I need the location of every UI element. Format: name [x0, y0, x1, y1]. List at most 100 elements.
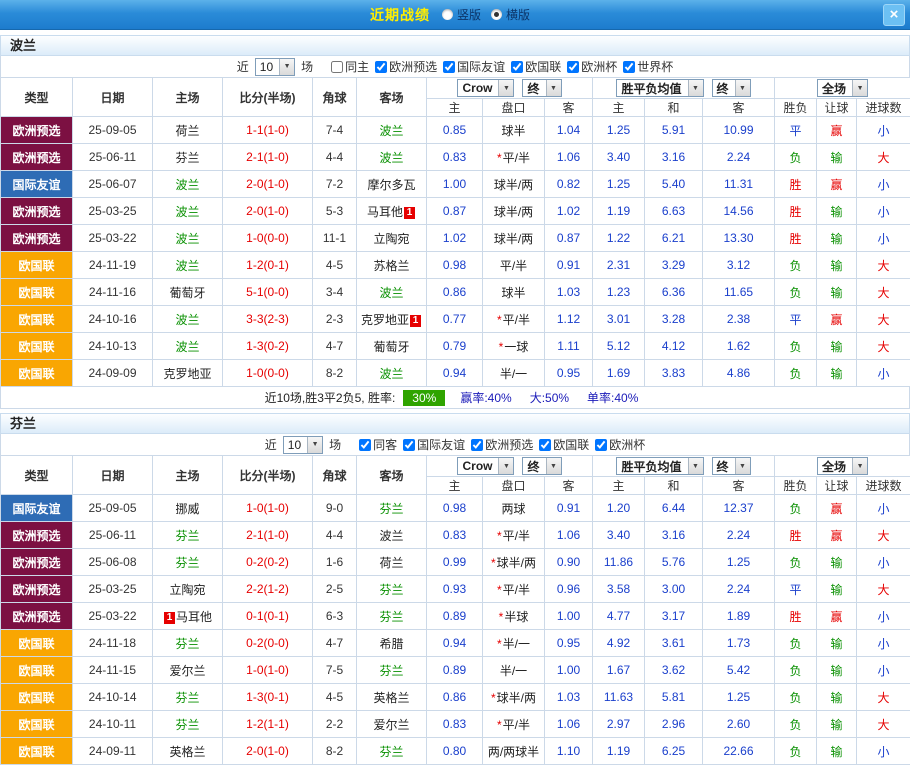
team-name-text: 芬兰 [175, 556, 199, 570]
avg-draw: 3.17 [645, 603, 703, 630]
corner-score: 2-5 [313, 576, 357, 603]
avg-final-select[interactable]: 终▼ [712, 79, 751, 97]
close-button[interactable]: × [883, 4, 905, 26]
full-match-select[interactable]: 全场▼ [817, 457, 868, 475]
summary-stat: 大:50% [530, 389, 569, 406]
avg-select-value: 胜平负均值 [621, 80, 687, 97]
goals-result: 小 [857, 117, 910, 144]
filter-checkbox[interactable] [471, 439, 483, 451]
filter-checkbox[interactable] [359, 439, 371, 451]
handicap-result: 输 [817, 684, 857, 711]
home-team: 芬兰 [153, 711, 223, 738]
handicap-result: 输 [817, 144, 857, 171]
score: 1-0(0-0) [223, 225, 313, 252]
avg-select[interactable]: 胜平负均值▼ [616, 79, 703, 97]
handicap-result: 输 [817, 576, 857, 603]
match-row: 国际友谊25-06-07波兰2-0(1-0)7-2摩尔多瓦1.00球半/两0.8… [1, 171, 910, 198]
team-name-text: 马耳他 [176, 610, 212, 624]
goals-result: 大 [857, 684, 910, 711]
filter-check-item[interactable]: 世界杯 [623, 58, 673, 75]
chevron-down-icon: ▼ [498, 80, 513, 96]
match-date: 25-09-05 [73, 117, 153, 144]
filter-check-item[interactable]: 欧洲预选 [375, 58, 437, 75]
odds-source-select[interactable]: Crow▼ [457, 457, 514, 475]
handicap-text: 平/半 [503, 151, 530, 165]
odds-source-select-value: Crow [462, 459, 498, 473]
avg-home: 1.20 [593, 495, 645, 522]
odds-final-select[interactable]: 终▼ [522, 79, 561, 97]
odds-final-select[interactable]: 终▼ [522, 457, 561, 475]
header-row-main: 类型日期主场比分(半场)角球客场Crow▼终▼胜平负均值▼终▼全场▼ [1, 78, 910, 99]
filter-check-item[interactable]: 同主 [331, 58, 369, 75]
avg-home: 3.40 [593, 522, 645, 549]
score: 2-0(1-0) [223, 198, 313, 225]
wdl-result: 负 [775, 252, 817, 279]
filter-check-item[interactable]: 欧国联 [511, 58, 561, 75]
avg-home: 1.67 [593, 657, 645, 684]
red-card-badge: 1 [404, 207, 415, 219]
team-name-text: 波兰 [175, 232, 199, 246]
filter-checkbox[interactable] [403, 439, 415, 451]
full-match-select[interactable]: 全场▼ [817, 79, 868, 97]
avg-final-select[interactable]: 终▼ [712, 457, 751, 475]
games-label: 场 [329, 436, 341, 453]
asterisk-mark: * [497, 529, 502, 543]
score: 1-0(1-0) [223, 657, 313, 684]
avg-home: 3.40 [593, 144, 645, 171]
match-date: 25-03-25 [73, 198, 153, 225]
team-name-text: 波兰 [379, 529, 403, 543]
radio-icon[interactable] [442, 9, 453, 20]
handicap-text: 平/半 [503, 583, 530, 597]
league-type-cell: 欧洲预选 [1, 603, 73, 630]
handicap-result: 输 [817, 657, 857, 684]
score: 2-0(1-0) [223, 171, 313, 198]
handicap: 球半 [483, 279, 545, 306]
home-team: 波兰 [153, 252, 223, 279]
filter-checkbox[interactable] [567, 61, 579, 73]
filter-check-item[interactable]: 欧国联 [539, 436, 589, 453]
match-row: 欧洲预选25-03-25波兰2-0(1-0)5-3马耳他10.87球半/两1.0… [1, 198, 910, 225]
filter-checkbox[interactable] [443, 61, 455, 73]
filter-checkbox[interactable] [375, 61, 387, 73]
match-date: 24-09-09 [73, 360, 153, 387]
score: 1-2(1-1) [223, 711, 313, 738]
filter-check-item[interactable]: 国际友谊 [443, 58, 505, 75]
recent-count-select[interactable]: 10▼ [283, 436, 323, 454]
avg-away: 1.25 [703, 684, 775, 711]
filter-check-item[interactable]: 欧洲预选 [471, 436, 533, 453]
layout-radio-option[interactable]: 横版 [491, 6, 530, 23]
avg-home: 5.12 [593, 333, 645, 360]
corner-score: 5-3 [313, 198, 357, 225]
filter-checkbox[interactable] [623, 61, 635, 73]
goals-result: 大 [857, 144, 910, 171]
match-date: 25-03-22 [73, 225, 153, 252]
matches-table: 类型日期主场比分(半场)角球客场Crow▼终▼胜平负均值▼终▼全场▼主盘口客主和… [0, 455, 910, 765]
layout-radio-option[interactable]: 竖版 [442, 6, 481, 23]
filter-check-item[interactable]: 欧洲杯 [567, 58, 617, 75]
filter-check-item[interactable]: 欧洲杯 [595, 436, 645, 453]
filter-check-item[interactable]: 同客 [359, 436, 397, 453]
score: 1-0(0-0) [223, 360, 313, 387]
avg-draw: 3.16 [645, 144, 703, 171]
odds-source-select[interactable]: Crow▼ [457, 79, 514, 97]
filter-check-item[interactable]: 国际友谊 [403, 436, 465, 453]
league-type-cell: 欧洲预选 [1, 198, 73, 225]
handicap: *一球 [483, 333, 545, 360]
handicap: *平/半 [483, 306, 545, 333]
recent-count-select[interactable]: 10▼ [255, 58, 295, 76]
avg-select[interactable]: 胜平负均值▼ [616, 457, 703, 475]
radio-selected-icon[interactable] [491, 9, 502, 20]
filter-checkbox[interactable] [595, 439, 607, 451]
team-name-text: 英格兰 [373, 691, 409, 705]
league-type-cell: 欧国联 [1, 252, 73, 279]
league-type-cell: 欧国联 [1, 360, 73, 387]
filter-row: 近10▼场同客国际友谊欧洲预选欧国联欧洲杯 [0, 434, 910, 455]
filter-checkbox[interactable] [511, 61, 523, 73]
match-row: 欧国联24-10-14芬兰1-3(0-1)4-5英格兰0.86*球半/两1.03… [1, 684, 910, 711]
odds-home: 0.87 [427, 198, 483, 225]
avg-away: 1.73 [703, 630, 775, 657]
filter-checkbox[interactable] [331, 61, 343, 73]
filter-checkbox[interactable] [539, 439, 551, 451]
filter-checkbox-label: 欧洲杯 [609, 436, 645, 453]
team-section: 波兰近10▼场同主欧洲预选国际友谊欧国联欧洲杯世界杯类型日期主场比分(半场)角球… [0, 35, 910, 409]
